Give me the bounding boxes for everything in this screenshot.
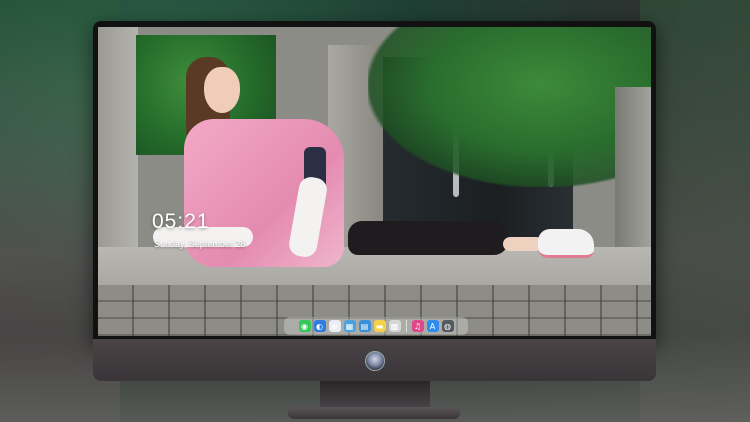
preview-icon[interactable]: ▦: [343, 320, 356, 332]
monitor: 05:21 Sunday, September 28 ◉ ◐ ⊕ ▦ ▤ ▬ ▩ ♫ A ◍: [93, 21, 656, 419]
monitor-stand-base: [288, 407, 460, 419]
music-icon[interactable]: ♫: [411, 320, 424, 332]
claquette-icon[interactable]: ▤: [358, 320, 371, 332]
dock: ◉ ◐ ⊕ ▦ ▤ ▬ ▩ ♫ A ◍: [284, 317, 468, 335]
lock-screen-time: 05:21: [152, 210, 210, 233]
finder-icon[interactable]: ◐: [313, 320, 326, 332]
camera-icon[interactable]: ◍: [441, 320, 454, 332]
photos-icon[interactable]: ▩: [388, 320, 401, 332]
lock-screen-date: Sunday, September 28: [154, 239, 246, 249]
monitor-logo-icon: [365, 351, 385, 371]
lock-screen[interactable]: 05:21 Sunday, September 28 ◉ ◐ ⊕ ▦ ▤ ▬ ▩ ♫ A ◍: [98, 27, 651, 336]
app-store-icon[interactable]: A: [426, 320, 439, 332]
wallpaper-person-face: [204, 67, 240, 113]
wallpaper-tree: [368, 27, 651, 187]
messages-icon[interactable]: ◉: [298, 320, 311, 332]
wallpaper-person-leg: [503, 237, 543, 251]
wallpaper-person-shoe: [538, 229, 594, 258]
safari-icon[interactable]: ⊕: [328, 320, 341, 332]
wallpaper-person-pants: [348, 221, 508, 255]
wallpaper-wall: [98, 27, 138, 257]
dock-separator: [405, 320, 407, 332]
notes-icon[interactable]: ▬: [373, 320, 386, 332]
